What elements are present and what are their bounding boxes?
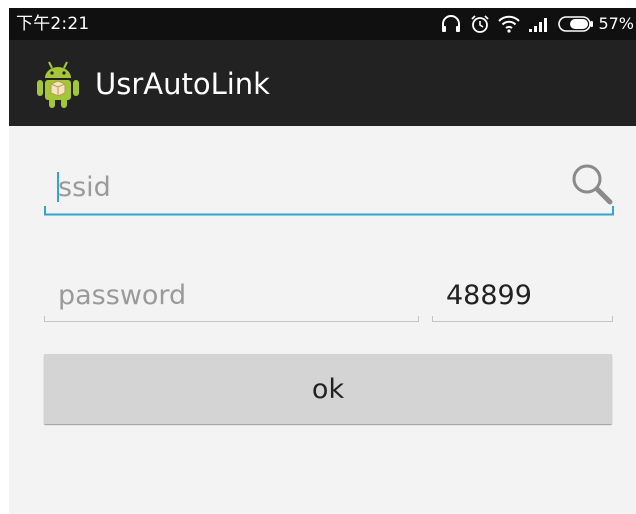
ssid-input[interactable]	[58, 170, 558, 204]
android-icon	[35, 59, 81, 109]
ok-button-label: ok	[311, 373, 345, 405]
app-title: UsrAutoLink	[95, 67, 270, 101]
password-input[interactable]	[58, 278, 408, 312]
alarm-icon	[470, 14, 490, 34]
headphones-icon	[440, 15, 462, 33]
battery-percent: 57%	[598, 14, 634, 33]
status-bar: 下午2:21 57%	[9, 8, 636, 40]
status-time: 下午2:21	[16, 14, 90, 34]
status-icons: 57%	[440, 14, 634, 34]
search-icon[interactable]	[570, 162, 614, 210]
battery-icon	[558, 15, 594, 33]
password-underline	[44, 316, 419, 322]
port-field	[432, 268, 613, 328]
action-bar: UsrAutoLink	[9, 40, 636, 126]
signal-icon	[528, 15, 550, 33]
port-underline	[432, 316, 613, 322]
ok-button[interactable]: ok	[44, 354, 612, 424]
ssid-field	[44, 158, 614, 218]
ssid-underline	[44, 206, 614, 216]
port-input[interactable]	[446, 278, 606, 312]
wifi-icon	[498, 15, 521, 33]
password-field	[44, 268, 419, 328]
app-screen: 下午2:21 57% UsrAutoLink ssid 48899 ok	[9, 8, 636, 514]
